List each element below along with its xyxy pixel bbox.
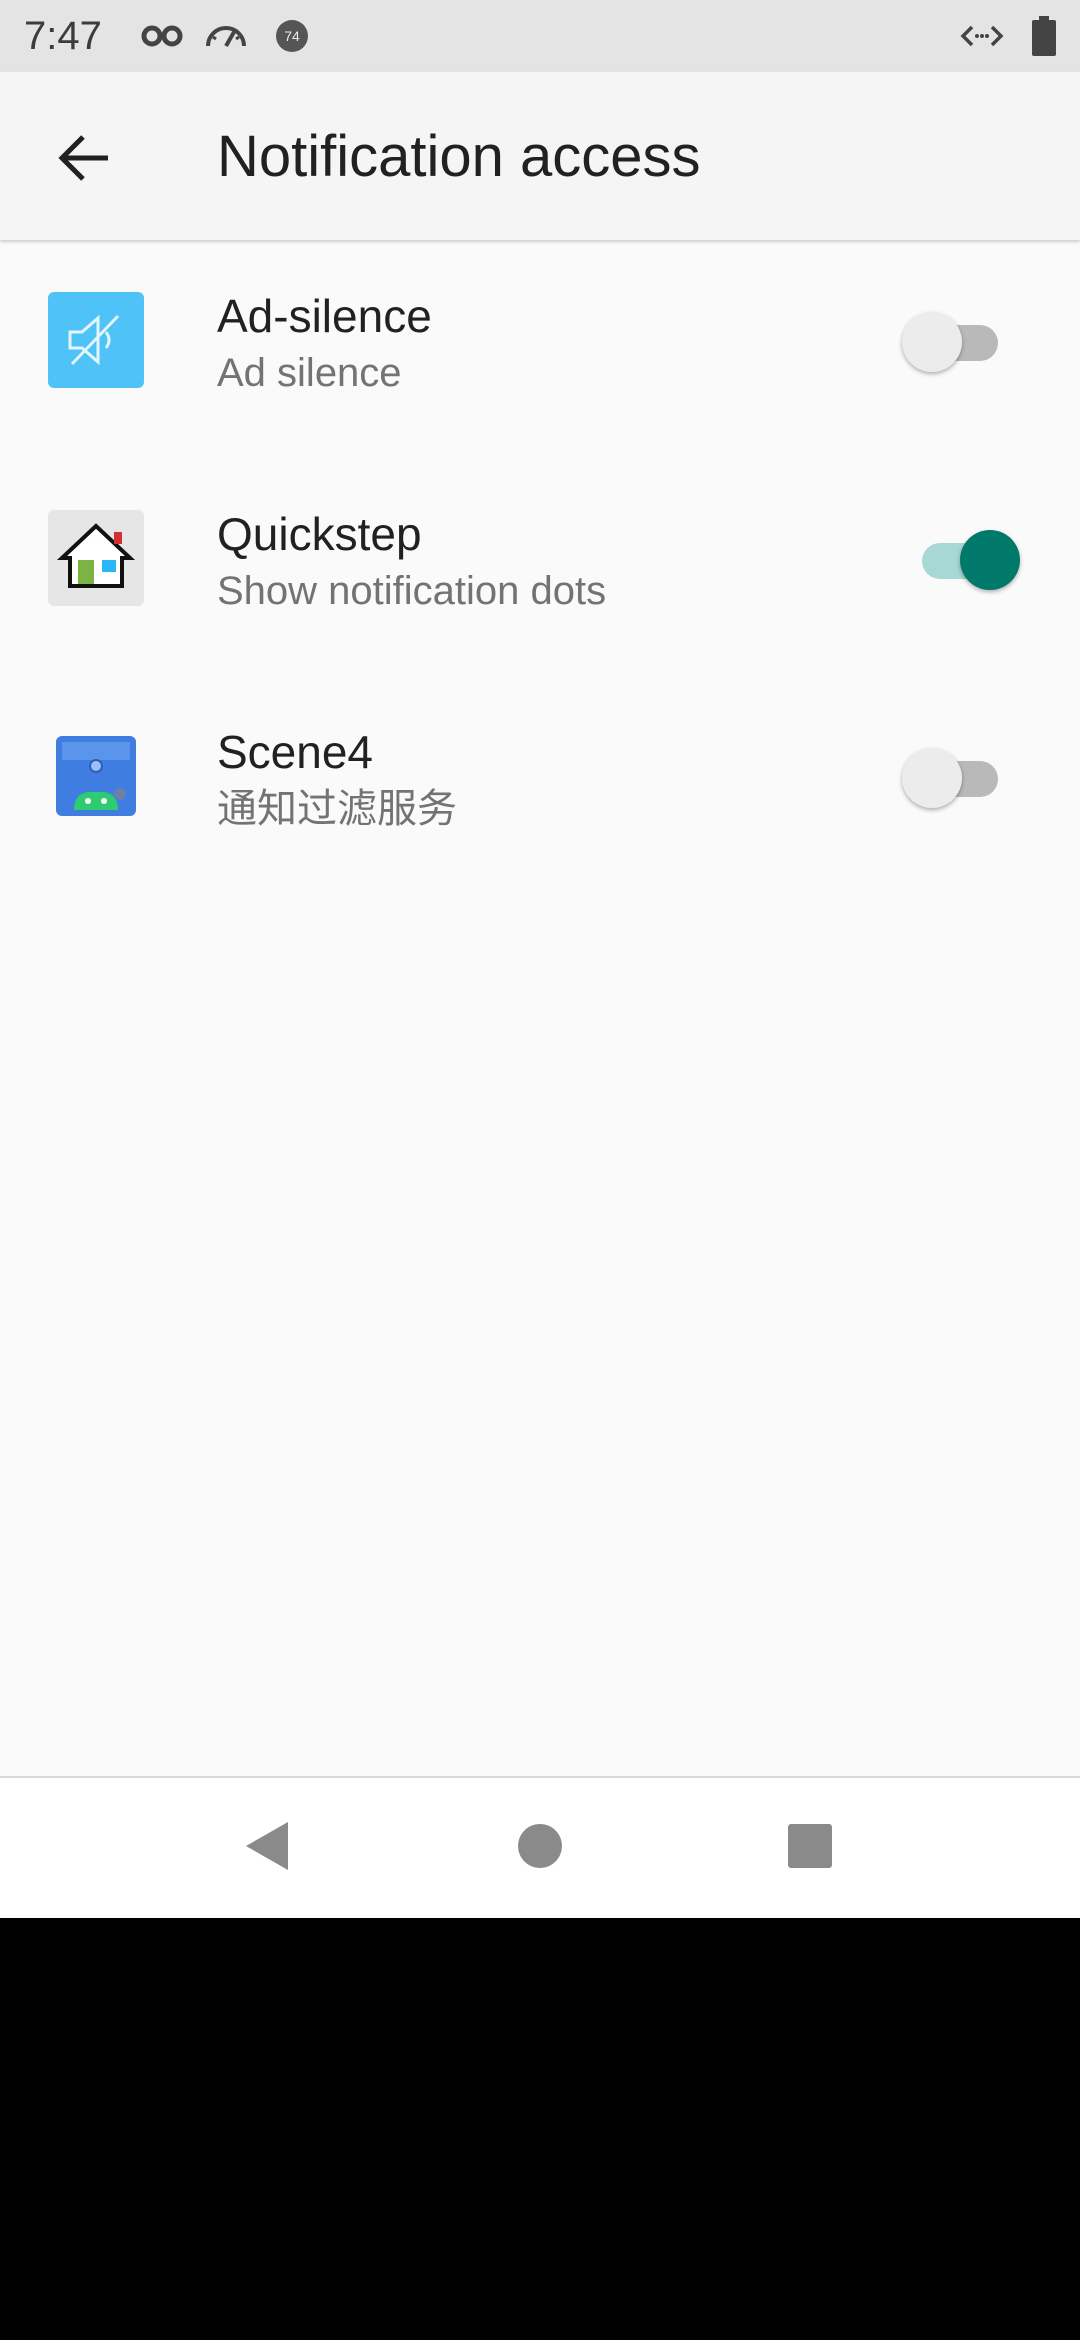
list-item-ad-silence[interactable]: Ad-silence Ad silence [0,240,1080,458]
app-bar: Notification access [0,72,1080,240]
ad-silence-switch[interactable] [900,304,1020,376]
item-summary: Show notification dots [217,569,607,613]
circle-badge-icon: 74 [272,16,316,56]
navigation-bar [0,1776,1080,1918]
status-bar: 7:47 74 [0,0,1080,72]
page-title: Notification access [217,124,701,189]
scene4-switch[interactable] [900,740,1020,812]
status-time: 7:47 [24,14,102,58]
item-summary: Ad silence [217,351,402,395]
incognito-icon [140,16,184,56]
switch-thumb [902,748,962,808]
switch-thumb [902,312,962,372]
nav-recents-button[interactable] [770,1808,850,1888]
house-icon [48,510,144,606]
item-title: Scene4 [217,726,374,778]
quickstep-switch[interactable] [900,522,1020,594]
back-button[interactable] [40,116,128,204]
list-item-scene4[interactable]: Scene4 通知过滤服务 [0,676,1080,894]
switch-thumb [960,530,1020,590]
circle-home-icon [516,1822,564,1875]
nav-home-button[interactable] [500,1808,580,1888]
list-item-quickstep[interactable]: Quickstep Show notification dots [0,458,1080,676]
status-badge-text: 74 [284,28,300,44]
code-arrows-icon [960,16,1004,56]
square-recents-icon [786,1822,834,1875]
screen: 7:47 74 Notification access Ad-silence A… [0,0,1080,1918]
triangle-back-icon [240,1818,296,1879]
scene-android-icon [48,728,144,824]
muted-speaker-icon [48,292,144,388]
battery-icon [1028,16,1060,56]
item-title: Ad-silence [217,290,432,342]
arrow-back-icon [56,130,112,191]
item-title: Quickstep [217,508,422,560]
item-summary: 通知过滤服务 [217,787,457,831]
speedometer-icon [204,16,248,56]
nav-back-button[interactable] [228,1808,308,1888]
